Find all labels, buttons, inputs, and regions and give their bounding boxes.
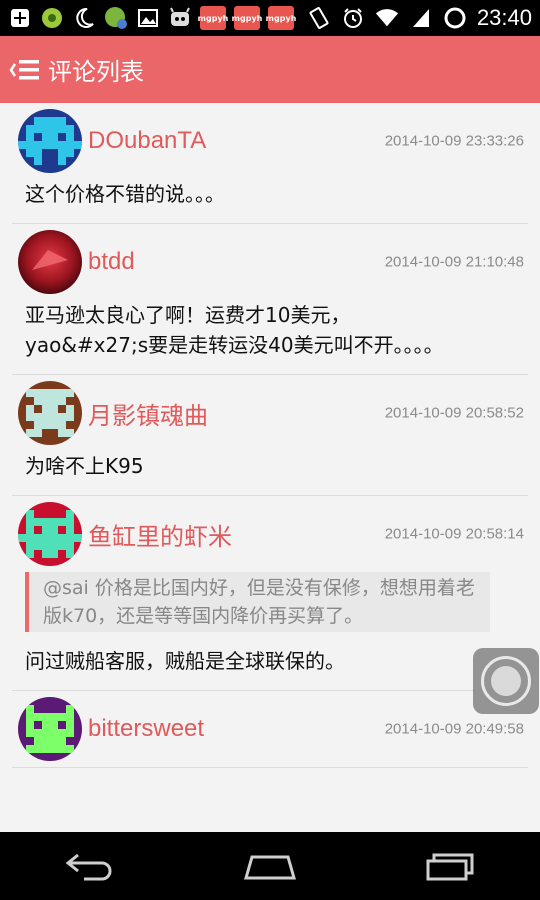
username[interactable]: btdd [88,248,135,276]
assistive-touch-icon [481,656,531,706]
comment-list[interactable]: DOubanTA 2014-10-09 23:33:26 这个价格不错的说。。。… [0,103,540,832]
battery-ring-icon [443,6,467,30]
comment-timestamp: 2014-10-09 20:58:52 [384,404,524,422]
username[interactable]: DOubanTA [88,127,206,155]
recents-icon [426,853,474,881]
status-bar: mgpyh mgpyh mgpyh 23:40 [0,0,540,36]
signal-icon [409,6,433,30]
drawer-menu-icon [9,59,39,79]
user-avatar[interactable] [18,502,82,566]
moon-icon [72,6,96,30]
robot-icon [168,6,192,30]
user-avatar[interactable] [18,109,82,173]
clock: 23:40 [476,5,532,30]
comment-text: 这个价格不错的说。。。 [25,182,225,206]
add-box-icon [8,6,32,30]
game-icon [40,6,64,30]
recents-button[interactable] [410,841,490,891]
comment-item: bittersweet 2014-10-09 20:49:58 [12,691,528,768]
mgpyh-app-icon: mgpyh [198,6,228,30]
comment-item: DOubanTA 2014-10-09 23:33:26 这个价格不错的说。。。 [12,103,528,224]
back-icon [65,853,112,881]
comment-timestamp: 2014-10-09 23:33:26 [384,132,524,150]
wifi-icon [375,6,399,30]
comment-text: 为啥不上K95 [25,454,144,478]
drawer-menu-button[interactable] [0,36,48,103]
vibrate-icon [307,6,331,30]
comment-text: 问过贼船客服，贼船是全球联保的。 [25,649,345,673]
username[interactable]: 月影镇魂曲 [88,396,208,431]
image-icon [136,6,160,30]
comment-text: 亚马逊太良心了啊！运费才10美元，yao&#x27;s要是走转运没40美元叫不开… [25,303,444,357]
quoted-reply: @sai 价格是比国内好，但是没有保修，想想用着老版k70，还是等等国内降价再买… [25,572,490,632]
home-button[interactable] [230,841,310,891]
user-avatar[interactable] [18,697,82,761]
username[interactable]: 鱼缸里的虾米 [88,517,232,552]
comment-timestamp: 2014-10-09 20:49:58 [384,720,524,738]
user-avatar[interactable] [18,230,82,294]
comment-item: 月影镇魂曲 2014-10-09 20:58:52 为啥不上K95 [12,375,528,496]
mgpyh-app-icon: mgpyh [266,6,296,30]
navigation-bar [0,832,540,900]
comment-timestamp: 2014-10-09 21:10:48 [384,253,524,271]
comment-item: btdd 2014-10-09 21:10:48 亚马逊太良心了啊！运费才10美… [12,224,528,375]
app-icon [104,6,128,30]
comment-timestamp: 2014-10-09 20:58:14 [384,525,524,543]
back-button[interactable] [50,841,130,891]
username[interactable]: bittersweet [88,715,204,743]
user-avatar[interactable] [18,381,82,445]
alarm-icon [341,6,365,30]
home-icon [244,855,296,880]
mgpyh-app-icon: mgpyh [232,6,262,30]
assistive-touch-button[interactable] [473,648,539,714]
comment-item: 鱼缸里的虾米 2014-10-09 20:58:14 @sai 价格是比国内好，… [12,496,528,691]
action-bar: 评论列表 [0,36,540,103]
page-title: 评论列表 [48,59,144,86]
